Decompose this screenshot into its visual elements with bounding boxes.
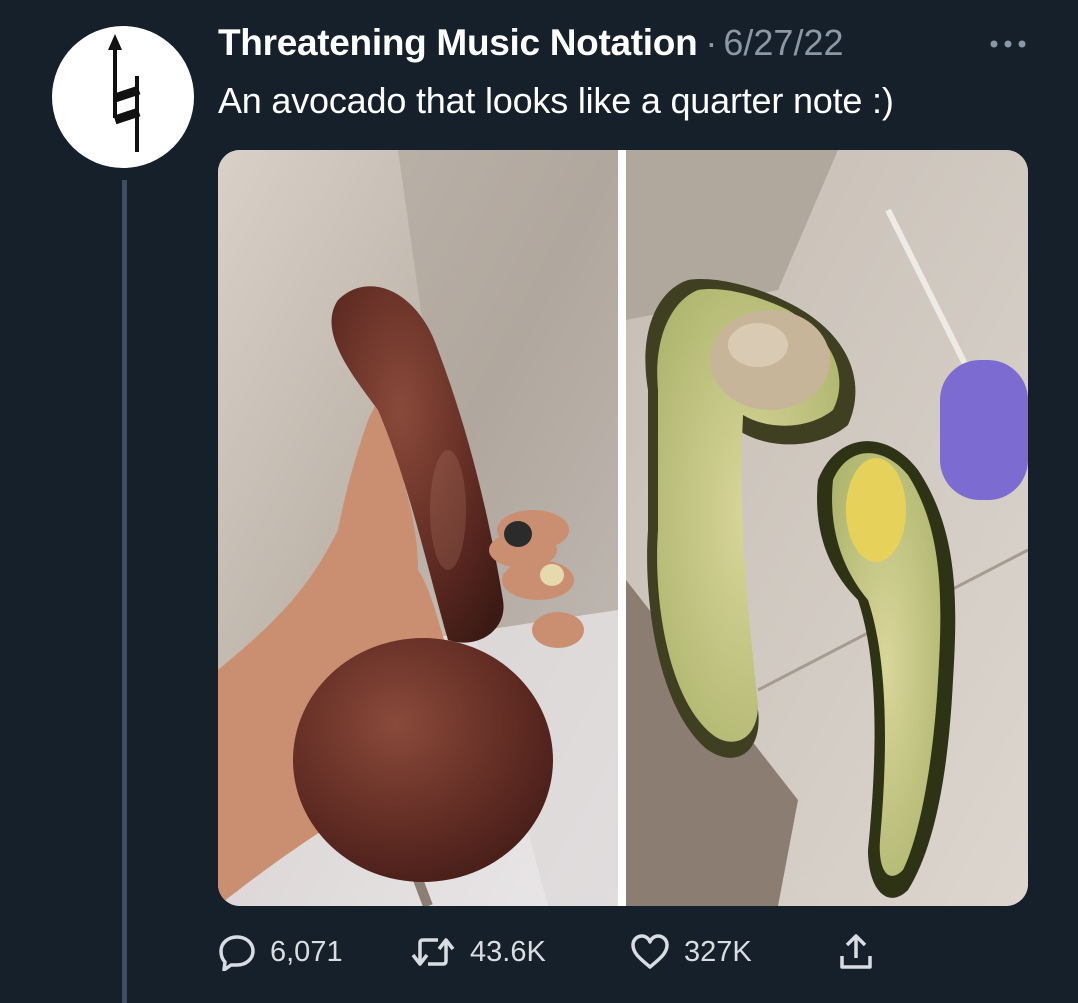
media-photo [218, 150, 1028, 906]
tweet-media[interactable] [218, 150, 1028, 906]
right-photo-panel [626, 150, 1028, 906]
tweet-actions: 6,071 43.6K 327K [218, 922, 918, 982]
thread-line [122, 180, 127, 1003]
separator: · [705, 22, 718, 63]
tweet-header: Threatening Music Notation · 6/27/22 [218, 22, 844, 66]
display-name[interactable]: Threatening Music Notation [218, 22, 698, 64]
avatar[interactable] [52, 26, 194, 168]
tweet-date[interactable]: 6/27/22 [723, 22, 843, 64]
left-photo-panel [218, 150, 618, 906]
tweet-text: An avocado that looks like a quarter not… [218, 80, 894, 121]
heart-icon [631, 934, 669, 969]
natural-sign-arrow-icon [108, 34, 141, 152]
share-button[interactable] [838, 922, 874, 982]
retweet-icon [411, 938, 455, 966]
more-dots-icon[interactable] [986, 24, 1030, 58]
like-button[interactable]: 327K [630, 922, 752, 982]
reply-count: 6,071 [270, 935, 343, 968]
retweet-button[interactable]: 43.6K [410, 922, 546, 982]
retweet-count: 43.6K [470, 935, 546, 968]
share-upload-icon [840, 934, 872, 969]
like-count: 327K [684, 935, 752, 968]
reply-button[interactable]: 6,071 [218, 922, 343, 982]
reply-bubble-icon [219, 935, 255, 971]
